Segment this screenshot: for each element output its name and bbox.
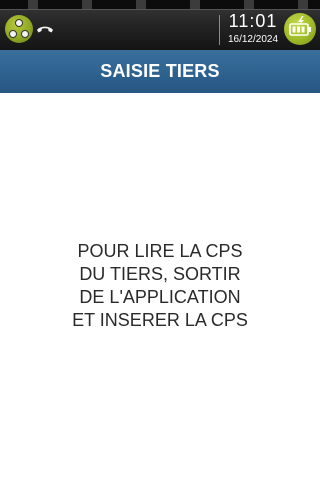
message-line: POUR LIRE LA CPS: [77, 241, 243, 261]
message-line: DE L'APPLICATION: [79, 287, 241, 307]
phone-hangup-icon: [37, 26, 53, 33]
status-bar-edge: [0, 0, 320, 9]
page-title: SAISIE TIERS: [100, 61, 220, 81]
message-line: DU TIERS, SORTIR: [79, 264, 241, 284]
network-icon: [5, 15, 33, 43]
clock-date: 16/12/2024: [227, 34, 279, 45]
status-bar: 11:01 16/12/2024: [0, 0, 320, 50]
status-divider: [219, 15, 220, 45]
status-bar-highlight: [0, 9, 320, 10]
battery-glyph-icon: [289, 16, 311, 36]
network-node-icon: [21, 30, 29, 38]
message-line: ET INSERER LA CPS: [72, 310, 248, 330]
clock-time: 11:01: [228, 11, 278, 31]
network-node-icon: [9, 30, 17, 38]
title-bar: SAISIE TIERS: [0, 50, 320, 93]
battery-charging-icon: [284, 13, 316, 45]
network-node-icon: [15, 19, 23, 27]
terminal-screen: 11:01 16/12/2024 SAISIE TIERS POUR LIRE …: [0, 0, 320, 480]
instruction-message: POUR LIRE LA CPS DU TIERS, SORTIR DE L'A…: [20, 240, 300, 332]
